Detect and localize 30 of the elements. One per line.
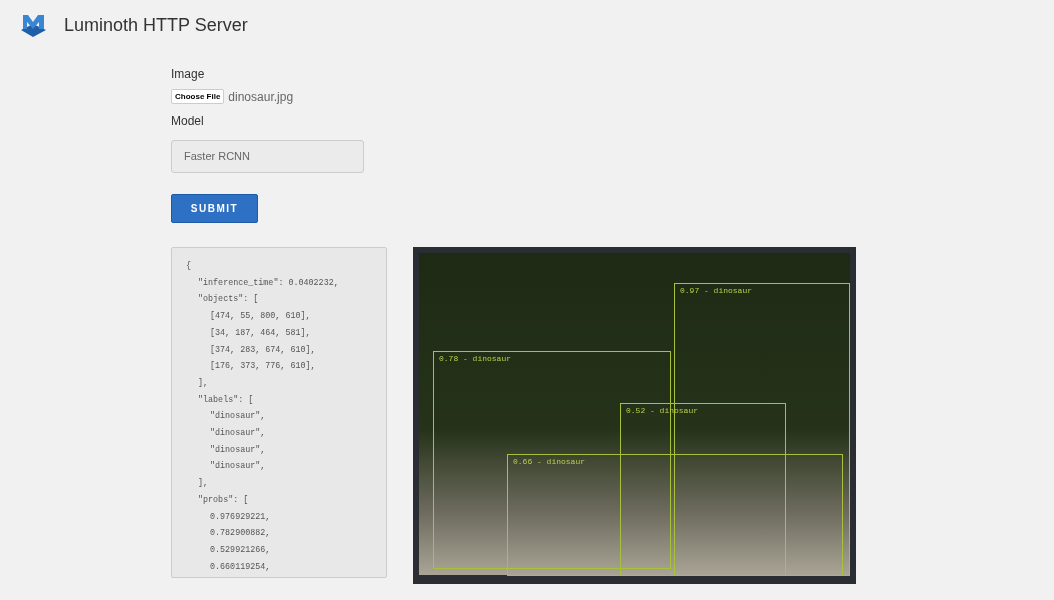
code-line: "objects": [ bbox=[198, 293, 259, 307]
code-line: [374, 283, 674, 610], bbox=[210, 343, 316, 357]
code-line: [176, 373, 776, 610], bbox=[210, 360, 316, 374]
code-line: 0.660119254, bbox=[210, 560, 271, 574]
model-select[interactable]: Faster RCNN bbox=[171, 140, 364, 173]
code-line: "dinosaur", bbox=[210, 427, 266, 441]
detection-label: 0.78 - dinosaur bbox=[439, 354, 511, 363]
code-line: "dinosaur", bbox=[210, 410, 266, 424]
code-line: "inference_time": 0.0402232, bbox=[198, 276, 339, 290]
code-line: [34, 187, 464, 581], bbox=[210, 326, 311, 340]
code-line: "labels": [ bbox=[198, 393, 254, 407]
submit-button[interactable]: SUBMIT bbox=[171, 194, 258, 223]
image-label: Image bbox=[171, 67, 206, 81]
code-line: "dinosaur", bbox=[210, 460, 266, 474]
code-line: 0.782900882, bbox=[210, 527, 271, 541]
code-line: 0.529921266, bbox=[210, 543, 271, 557]
model-label: Model bbox=[171, 114, 205, 128]
choose-file-button[interactable]: Choose File bbox=[171, 89, 225, 104]
code-line: [474, 55, 800, 610], bbox=[210, 310, 311, 324]
detection-label: 0.66 - dinosaur bbox=[513, 457, 585, 466]
code-line: 0.976929221, bbox=[210, 510, 271, 524]
detection-label: 0.97 - dinosaur bbox=[680, 286, 752, 295]
code-line: ], bbox=[198, 376, 209, 390]
code-line: "probs": [ bbox=[198, 493, 249, 507]
file-name: dinosaur.jpg bbox=[228, 89, 294, 104]
app-title: Luminoth HTTP Server bbox=[64, 14, 248, 36]
code-line: "dinosaur", bbox=[210, 443, 266, 457]
logo-icon bbox=[19, 12, 48, 38]
code-line: { bbox=[186, 260, 192, 273]
code-line: ], bbox=[198, 477, 209, 491]
